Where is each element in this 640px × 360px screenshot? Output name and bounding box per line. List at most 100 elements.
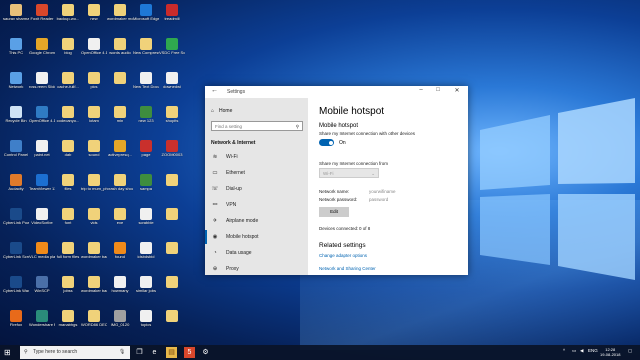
desktop-icon[interactable]: codecanyo... [56, 104, 80, 132]
desktop-icon[interactable]: wordmaker backup b... [81, 274, 107, 302]
desktop-icon[interactable]: VideoScribe [30, 206, 54, 234]
desktop-icon[interactable]: treadmill [160, 2, 184, 30]
hotspot-toggle[interactable] [319, 139, 334, 146]
task-view-icon[interactable]: ❐ [134, 347, 145, 358]
desktop-icon[interactable]: New Text Document [133, 70, 159, 98]
desktop-icon[interactable]: words audio [108, 36, 132, 64]
desktop-icon[interactable]: topics [134, 308, 158, 336]
find-setting-search-input[interactable]: Find a setting ⚲ [211, 121, 303, 131]
maximize-button[interactable]: □ [431, 87, 445, 93]
edge-taskbar-icon[interactable]: e [149, 347, 160, 358]
desktop-icon[interactable]: font [56, 206, 80, 234]
desktop-icon[interactable]: wordmaker modified [107, 2, 133, 30]
sidebar-item-data-usage[interactable]: ◔ Data usage [205, 246, 308, 260]
back-arrow-icon[interactable]: ← [211, 87, 218, 94]
notifications-icon[interactable]: ▢ [628, 348, 632, 354]
settings-taskbar-icon[interactable]: ⚙ [200, 347, 211, 358]
desktop-icon[interactable]: CyberLink Screen Re... [3, 240, 29, 268]
desktop-icon[interactable]: lotam [82, 104, 106, 132]
desktop-icon[interactable]: WORD86 DEC BACK [81, 308, 107, 336]
desktop-icon[interactable]: wordmaker backup gam... [81, 240, 107, 268]
desktop-icon[interactable]: shopits [160, 104, 184, 132]
desktop-icon[interactable]: Microsoft Edge [133, 2, 159, 30]
change-adapter-options-link[interactable]: Change adapter options [319, 253, 367, 258]
sidebar-item-wi-fi[interactable]: ≋ Wi-Fi [205, 150, 308, 164]
desktop-icon[interactable]: cache-fullf... [56, 70, 80, 98]
file-explorer-icon[interactable]: ▤ [166, 347, 177, 358]
desktop-icon[interactable]: trip to mum_photo... [81, 172, 107, 200]
desktop-icon[interactable]: This PC [4, 36, 28, 64]
desktop-icon[interactable]: saurav sharma [3, 2, 29, 30]
desktop-icon[interactable]: Control Panel [4, 138, 28, 166]
desktop-icon[interactable]: new [82, 2, 106, 30]
desktop-icon[interactable]: similar jobs [134, 274, 158, 302]
desktop-icon[interactable]: vids [82, 206, 106, 234]
desktop-icon[interactable]: full form files [56, 240, 80, 268]
network-tray-icon[interactable]: ▭ [572, 348, 576, 354]
desktop-icon[interactable]: manabhgs [56, 308, 80, 336]
desktop-icon[interactable]: Firefox [4, 308, 28, 336]
desktop-icon[interactable]: Google Chrome [29, 36, 55, 64]
desktop-icon[interactable] [160, 206, 184, 234]
network-sharing-center-link[interactable]: Network and Sharing Center [319, 266, 376, 271]
sidebar-item-ethernet[interactable]: ▭ Ethernet [205, 166, 308, 180]
desktop-icon[interactable]: page [134, 138, 158, 166]
desktop-icon[interactable]: crash day shocks [107, 172, 133, 200]
desktop-icon[interactable]: new 123 [134, 104, 158, 132]
desktop-icon[interactable]: scrabble [134, 206, 158, 234]
desktop-icon[interactable] [160, 308, 184, 336]
desktop-icon[interactable]: CyberLink WaveEditor 2 [3, 274, 29, 302]
home-nav-item[interactable]: ⌂ Home [211, 108, 232, 114]
clock[interactable]: 12:28 19-08-2018 [600, 347, 620, 357]
desktop-icon[interactable]: exe [108, 206, 132, 234]
taskbar-search-box[interactable]: ⚲ Type here to search 🎙 [20, 346, 130, 359]
desktop-icon[interactable]: sound [82, 138, 106, 166]
minimize-button[interactable]: – [414, 87, 428, 93]
desktop-icon[interactable]: pics [82, 70, 106, 98]
desktop-icon[interactable]: dab [56, 138, 80, 166]
desktop-icon[interactable]: rcss.reem Slideshi... [29, 70, 55, 98]
desktop-icon[interactable] [108, 70, 132, 98]
edit-button[interactable]: Edit [319, 207, 349, 217]
close-button[interactable]: ✕ [450, 87, 464, 94]
sidebar-item-mobile-hotspot[interactable]: ◉ Mobile hotspot [205, 230, 308, 244]
desktop-icon[interactable] [160, 172, 184, 200]
tray-chevron-icon[interactable]: ^ [563, 348, 565, 353]
share-from-dropdown[interactable]: Wi-Fi ⌄ [319, 168, 379, 178]
desktop-icon[interactable]: found [108, 240, 132, 268]
desktop-icon[interactable]: Audacity [4, 172, 28, 200]
desktop-icon[interactable]: files [56, 172, 80, 200]
desktop-icon[interactable]: min [108, 104, 132, 132]
desktop-icon[interactable]: OpenOffice 4.1.5 (en-G... [81, 36, 107, 64]
desktop-icon[interactable]: ZOOM0003 [160, 138, 184, 166]
desktop-icon[interactable]: Network [4, 70, 28, 98]
desktop-icon[interactable]: WinSCP [30, 274, 54, 302]
desktop-icon[interactable]: sampa [134, 172, 158, 200]
desktop-icon[interactable]: OpenOffice 4.1.5 [29, 104, 55, 132]
sidebar-item-proxy[interactable]: ⊕ Proxy [205, 262, 308, 276]
html5-app-icon[interactable]: 5 [184, 347, 195, 358]
desktop-icon[interactable]: howmany [108, 274, 132, 302]
sidebar-item-vpn[interactable]: ⚯ VPN [205, 198, 308, 212]
desktop-icon[interactable]: blog [56, 36, 80, 64]
volume-tray-icon[interactable]: ◀ [580, 348, 583, 354]
desktop-icon[interactable]: activepresq... [108, 138, 132, 166]
desktop-icon[interactable]: TeamViewer 13 [29, 172, 55, 200]
desktop-icon[interactable] [160, 274, 184, 302]
desktop-icon[interactable]: VSDC Free Screen Rec... [159, 36, 185, 64]
desktop-icon[interactable]: New Compress... [133, 36, 159, 64]
desktop-icon[interactable]: jobss [56, 274, 80, 302]
language-indicator[interactable]: ENG [588, 348, 598, 353]
desktop-icon[interactable]: downedwi [160, 70, 184, 98]
desktop-icon[interactable] [160, 240, 184, 268]
desktop-icon[interactable]: Recycle Bin [4, 104, 28, 132]
desktop-icon[interactable]: CyberLink PowerDirec... [3, 206, 29, 234]
desktop-icon[interactable]: Wondershare Filmora [29, 308, 55, 336]
desktop-icon[interactable]: VLC media player [29, 240, 55, 268]
sidebar-item-airplane-mode[interactable]: ✈ Airplane mode [205, 214, 308, 228]
desktop-icon[interactable]: backup-wo... [56, 2, 80, 30]
desktop-icon[interactable]: idsbdsbid [134, 240, 158, 268]
windows-start-icon[interactable]: ⊞ [4, 348, 14, 358]
desktop-icon[interactable]: Foxit Reader [30, 2, 54, 30]
desktop-icon[interactable]: IMG_0120 [108, 308, 132, 336]
